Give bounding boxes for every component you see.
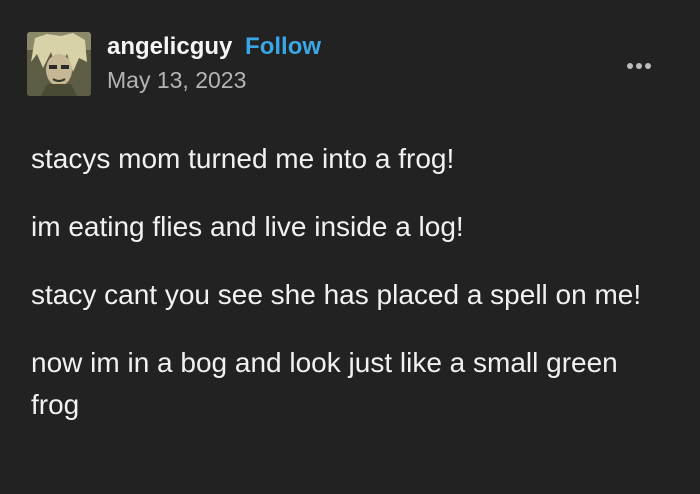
menu-dot <box>636 63 642 69</box>
menu-dot <box>627 63 633 69</box>
post-paragraph: stacy cant you see she has placed a spel… <box>31 279 642 310</box>
post-paragraph: now im in a bog and look just like a sma… <box>31 347 618 420</box>
post-paragraph: im eating flies and live inside a log! <box>31 211 464 242</box>
post-date: May 13, 2023 <box>107 67 247 93</box>
post-card: angelicguy Follow May 13, 2023 stacys mo… <box>0 0 700 494</box>
user-avatar-icon[interactable] <box>27 32 91 96</box>
more-horizontal-icon[interactable] <box>627 56 657 70</box>
post-header: angelicguy Follow May 13, 2023 <box>27 30 667 100</box>
follow-button[interactable]: Follow <box>245 33 321 60</box>
author-line: angelicguy Follow <box>107 30 321 64</box>
author-username[interactable]: angelicguy <box>107 33 232 60</box>
post-meta: angelicguy Follow May 13, 2023 <box>107 30 321 96</box>
menu-dot <box>645 63 651 69</box>
post-body: stacys mom turned me into a frog! im eat… <box>31 138 671 426</box>
post-paragraph: stacys mom turned me into a frog! <box>31 143 455 174</box>
